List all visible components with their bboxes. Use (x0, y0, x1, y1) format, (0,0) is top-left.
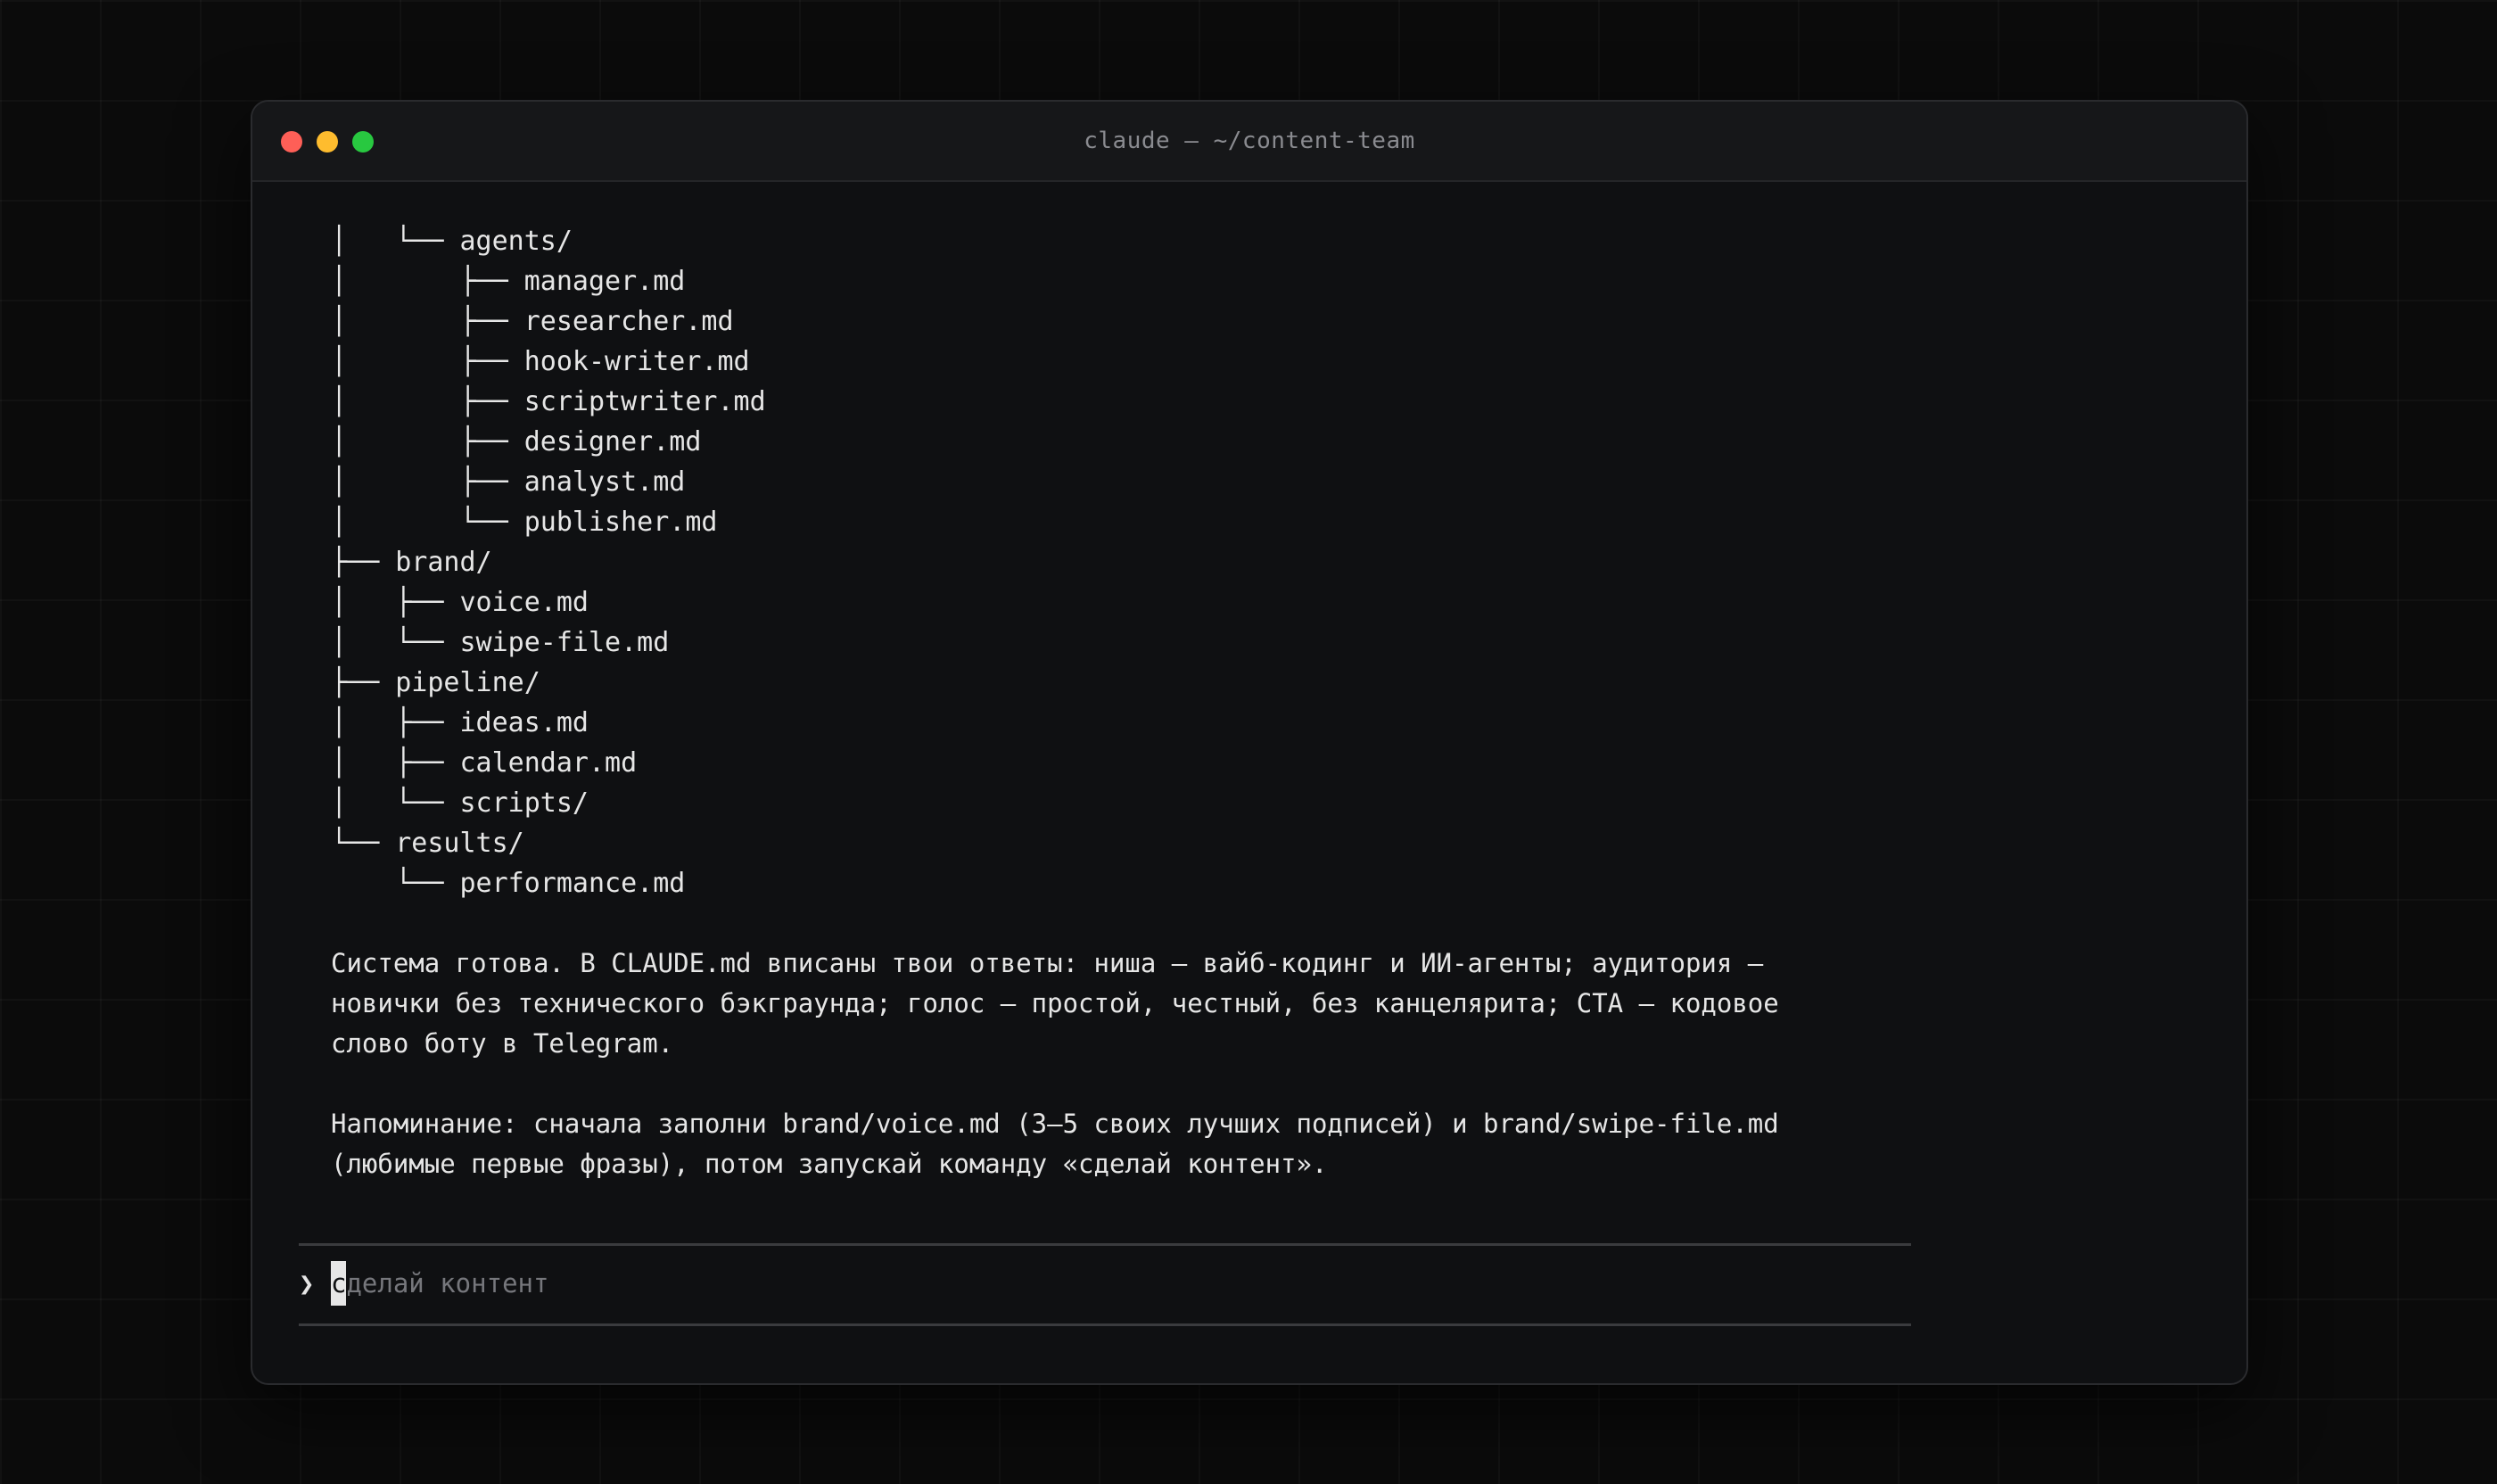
title-bar: claude — ~/content-team (252, 102, 2246, 182)
tree-line: ├── brand/ (331, 547, 492, 578)
text-cursor: с (331, 1261, 347, 1306)
tree-line: │ └── swipe-file.md (331, 627, 670, 658)
file-tree: │ └── agents/ │ ├── manager.md │ ├── res… (331, 221, 2193, 903)
input-divider-top (299, 1243, 1911, 1246)
tree-line: │ ├── scriptwriter.md (331, 386, 766, 417)
tree-line: └── results/ (331, 828, 524, 859)
window-title: claude — ~/content-team (1084, 128, 1415, 154)
prompt-input[interactable]: ❯ сделай контент (299, 1261, 548, 1306)
terminal-window: claude — ~/content-team │ └── agents/ │ … (251, 100, 2248, 1385)
terminal-output: │ └── agents/ │ ├── manager.md │ ├── res… (331, 221, 2193, 1184)
tree-line: │ ├── researcher.md (331, 306, 734, 337)
tree-line: │ ├── ideas.md (331, 707, 589, 738)
tree-line: │ └── agents/ (331, 226, 573, 257)
input-divider-bottom (299, 1323, 1911, 1326)
tree-line: └── performance.md (331, 868, 686, 899)
tree-line: │ ├── designer.md (331, 426, 702, 458)
tree-line: │ ├── analyst.md (331, 466, 686, 498)
tree-line: │ ├── hook-writer.md (331, 346, 750, 377)
tree-line: │ └── publisher.md (331, 507, 718, 538)
tree-line: │ ├── calendar.md (331, 747, 638, 779)
prompt-placeholder: делай контент (346, 1268, 549, 1298)
prompt-chevron-icon: ❯ (299, 1268, 315, 1298)
tree-line: │ └── scripts/ (331, 787, 589, 819)
reminder-message: Напоминание: сначала заполни brand/voice… (331, 1109, 1795, 1179)
tree-line: │ ├── voice.md (331, 587, 589, 618)
system-ready-message: Система готова. В CLAUDE.md вписаны твои… (331, 948, 1795, 1059)
tree-line: │ ├── manager.md (331, 266, 686, 297)
tree-line: ├── pipeline/ (331, 667, 540, 698)
